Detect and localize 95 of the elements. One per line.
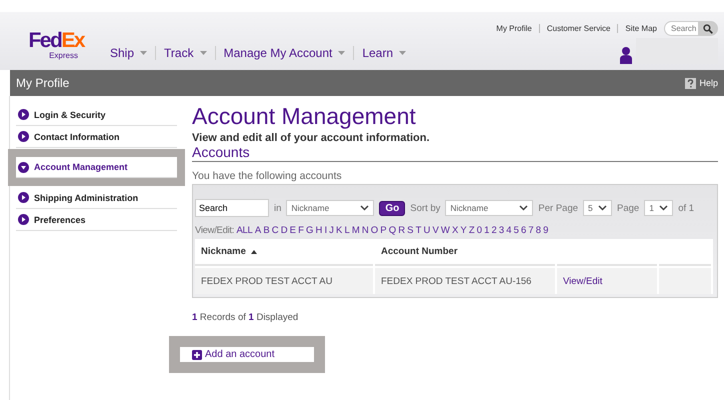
letter-link[interactable]: K <box>336 225 342 236</box>
table-cell: FEDEX PROD TEST ACCT AU-156 <box>375 268 555 294</box>
letter-link[interactable]: E <box>290 225 296 236</box>
sidebar-item[interactable]: Shipping Administration <box>16 187 177 209</box>
caret-icon <box>338 51 346 55</box>
letter-link[interactable]: S <box>407 225 414 236</box>
column-label: Nickname <box>201 246 246 257</box>
sort-dropdown[interactable]: Nickname <box>445 200 534 216</box>
help-icon <box>685 78 696 88</box>
logo-wordmark: FedEx <box>28 31 84 51</box>
letter-link[interactable]: 2 <box>491 225 496 236</box>
per-page-dropdown[interactable]: 5 <box>583 200 612 216</box>
letter-link[interactable]: 5 <box>514 225 519 236</box>
letter-link[interactable]: T <box>416 225 422 236</box>
letter-link[interactable]: ALL <box>236 225 252 236</box>
arrow-bullet-icon <box>18 131 29 142</box>
fedex-logo[interactable]: FedEx Express <box>16 31 84 70</box>
search-button[interactable] <box>698 21 718 36</box>
intro-text: You have the following accounts <box>192 170 343 182</box>
records-count: 1 Records of 1 Displayed <box>192 312 300 323</box>
letter-link[interactable]: V <box>432 225 438 236</box>
caret-icon <box>200 51 207 55</box>
letter-link[interactable]: Z <box>468 225 474 236</box>
chevron-icon <box>360 205 370 211</box>
search-field[interactable]: Search <box>195 199 269 217</box>
page-dropdown[interactable]: 1 <box>644 200 674 216</box>
letter-link[interactable]: L <box>344 225 350 236</box>
page-title: My Profile <box>16 76 70 90</box>
letter-link[interactable]: 7 <box>528 225 534 236</box>
letter-link[interactable]: N <box>362 225 368 236</box>
letter-link[interactable]: 9 <box>543 225 548 236</box>
letter-link[interactable]: D <box>280 225 288 236</box>
letter-link[interactable]: 0 <box>476 225 482 236</box>
utility-link[interactable]: Customer Service <box>538 24 618 33</box>
nav-menu[interactable]: Manage My Account <box>214 46 354 60</box>
letter-link[interactable]: F <box>298 225 304 236</box>
column-header[interactable]: Nickname <box>195 239 373 266</box>
column-label: Account Number <box>381 246 458 257</box>
sidebar-item[interactable]: Login & Security <box>16 104 177 126</box>
chevron-icon <box>659 205 668 211</box>
letter-link[interactable]: R <box>398 225 405 236</box>
letter-link[interactable]: C <box>272 225 278 236</box>
letter-link[interactable]: 1 <box>484 225 490 236</box>
view-edit-link[interactable]: View/Edit <box>563 276 602 286</box>
sidebar-item[interactable]: Preferences <box>16 209 177 231</box>
letter-link[interactable]: Q <box>388 225 396 236</box>
chevron-icon <box>519 205 528 211</box>
letter-link[interactable]: P <box>380 225 386 236</box>
table-cell: FEDEX PROD TEST ACCT AU <box>195 268 373 294</box>
go-button[interactable]: Go <box>379 200 406 216</box>
sidebar-item[interactable]: Contact Information <box>16 126 177 148</box>
page-heading: Account Management <box>192 102 417 130</box>
chevron-icon <box>598 205 608 211</box>
letter-link[interactable]: M <box>352 225 360 236</box>
field-label: Per Page <box>538 202 578 214</box>
letter-link[interactable]: X <box>452 225 458 236</box>
arrow-bullet-icon <box>18 162 29 172</box>
letter-link[interactable]: 6 <box>520 225 526 236</box>
plus-icon <box>192 350 202 360</box>
letter-link[interactable]: A <box>254 225 261 236</box>
letter-link[interactable]: W <box>440 225 450 236</box>
arrow-bullet-icon <box>18 192 29 203</box>
section-heading: Accounts <box>192 144 718 162</box>
arrow-bullet-icon <box>18 214 29 225</box>
letter-link[interactable]: 3 <box>498 225 504 236</box>
letter-link[interactable]: J <box>329 225 334 236</box>
help-link[interactable]: Help <box>685 78 718 88</box>
search-icon <box>703 24 713 34</box>
nav-menu[interactable]: Learn <box>353 46 414 60</box>
letter-link[interactable]: O <box>370 225 378 236</box>
letter-link[interactable]: I <box>324 225 327 236</box>
user-icon[interactable] <box>620 46 632 64</box>
letter-link[interactable]: B <box>263 225 270 236</box>
field-label: Page <box>617 202 640 214</box>
field-label: in <box>274 202 282 214</box>
arrow-bullet-icon <box>18 109 29 120</box>
letter-link[interactable]: H <box>315 225 322 236</box>
nav-menu[interactable]: Track <box>155 46 215 60</box>
letter-link[interactable]: 4 <box>506 225 512 236</box>
caret-icon <box>140 51 148 55</box>
letter-link[interactable]: 8 <box>536 225 541 236</box>
page-count: of 1 <box>678 202 694 214</box>
letter-link[interactable]: U <box>424 225 430 236</box>
letter-link[interactable]: G <box>306 225 314 236</box>
utility-link[interactable]: My Profile <box>489 24 539 33</box>
column-header[interactable]: Account Number <box>375 239 555 266</box>
logo-subtitle: Express <box>49 51 78 60</box>
nav-menu[interactable]: Ship <box>102 46 156 60</box>
search-field[interactable]: Search <box>664 21 698 36</box>
view-edit-label: View/Edit: <box>195 225 234 236</box>
caret-icon <box>399 51 406 55</box>
filter-dropdown[interactable]: Nickname <box>286 200 374 216</box>
field-label: Sort by <box>410 202 440 214</box>
page-description: View and edit all of your account information. <box>192 132 431 144</box>
letter-link[interactable]: Y <box>460 225 466 236</box>
